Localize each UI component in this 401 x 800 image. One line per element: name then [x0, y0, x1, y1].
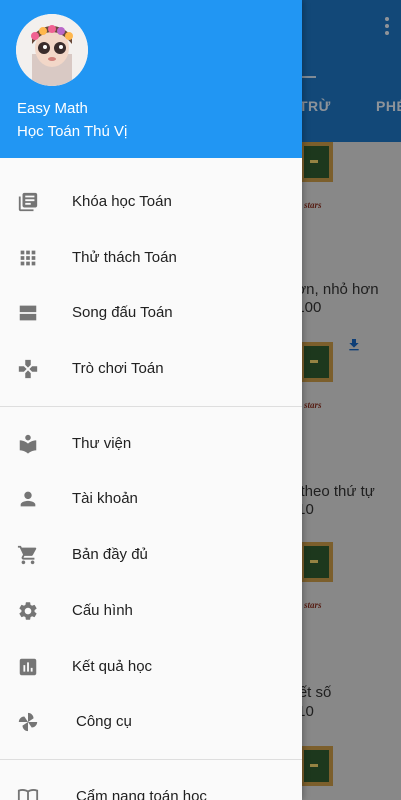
avatar-girl-icon: [16, 14, 88, 86]
menu-item-settings[interactable]: Cấu hình: [0, 583, 302, 639]
divider: [0, 758, 302, 760]
menu-item-label: Bản đầy đủ: [72, 546, 148, 564]
library-books-icon: [18, 192, 38, 212]
gamepad-icon: [18, 359, 38, 379]
bar-chart-icon: [19, 658, 37, 675]
menu-item-label: Tài khoản: [72, 490, 138, 508]
menu-item-math-games[interactable]: Trò chơi Toán: [0, 341, 302, 397]
menu-item-library[interactable]: Thư viện: [0, 416, 302, 472]
menu-item-label: Trò chơi Toán: [72, 360, 164, 378]
menu-item-label: Kết quả học: [72, 657, 153, 675]
apps-grid-icon: [20, 250, 36, 266]
menu-item-label: Thư viện: [72, 434, 132, 452]
menu-item-label: Cấu hình: [72, 601, 133, 619]
menu-item-account[interactable]: Tài khoản: [0, 471, 302, 527]
menu-item-full-version[interactable]: Bản đầy đủ: [0, 527, 302, 583]
settings-gear-icon: [19, 602, 37, 620]
divider: [0, 405, 302, 407]
book-reader-icon: [19, 434, 37, 454]
person-icon: [20, 492, 36, 507]
menu-item-math-challenge[interactable]: Thử thách Toán: [0, 230, 302, 286]
menu-item-math-duel[interactable]: Song đấu Toán: [0, 285, 302, 341]
drawer-menu: Khóa học Toán Thử thách Toán Song đấu To…: [0, 174, 302, 800]
pinwheel-icon: [18, 713, 38, 732]
drawer-header: Easy Math Học Toán Thú Vị: [0, 0, 302, 158]
menu-item-math-handbook[interactable]: Cẩm nang toán học: [0, 769, 302, 800]
drawer-scrim[interactable]: [302, 0, 401, 800]
menu-item-label: Song đấu Toán: [72, 304, 173, 322]
navigation-drawer: Easy Math Học Toán Thú Vị Khóa học Toán …: [0, 0, 302, 800]
open-book-icon: [17, 788, 39, 800]
app-name: Easy Math: [17, 100, 88, 117]
app-tagline: Học Toán Thú Vị: [17, 123, 128, 140]
menu-item-math-courses[interactable]: Khóa học Toán: [0, 174, 302, 230]
split-view-icon: [19, 306, 37, 321]
menu-item-label: Khóa học Toán: [72, 193, 172, 210]
menu-item-label: Thử thách Toán: [72, 248, 177, 266]
shopping-cart-icon: [17, 545, 37, 565]
menu-item-tools[interactable]: Công cụ: [0, 694, 302, 750]
menu-item-label: Cẩm nang toán học: [76, 787, 207, 800]
menu-item-label: Công cụ: [76, 713, 132, 731]
menu-item-results[interactable]: Kết quả học: [0, 639, 302, 695]
avatar[interactable]: [16, 14, 88, 86]
